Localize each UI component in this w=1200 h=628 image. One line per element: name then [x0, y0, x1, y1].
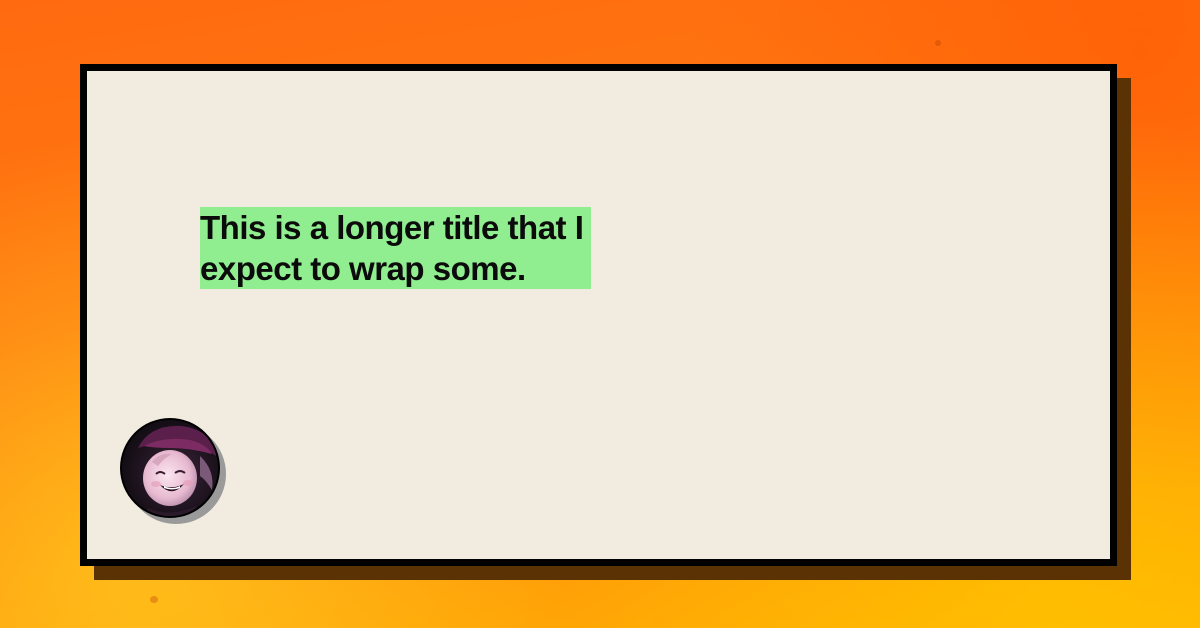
title-card: This is a longer title that I expect to … — [80, 64, 1117, 566]
water-drop — [935, 40, 941, 46]
page-title: This is a longer title that I expect to … — [200, 207, 591, 289]
avatar-photo — [120, 418, 220, 518]
water-drop — [150, 596, 158, 603]
avatar — [120, 418, 226, 524]
